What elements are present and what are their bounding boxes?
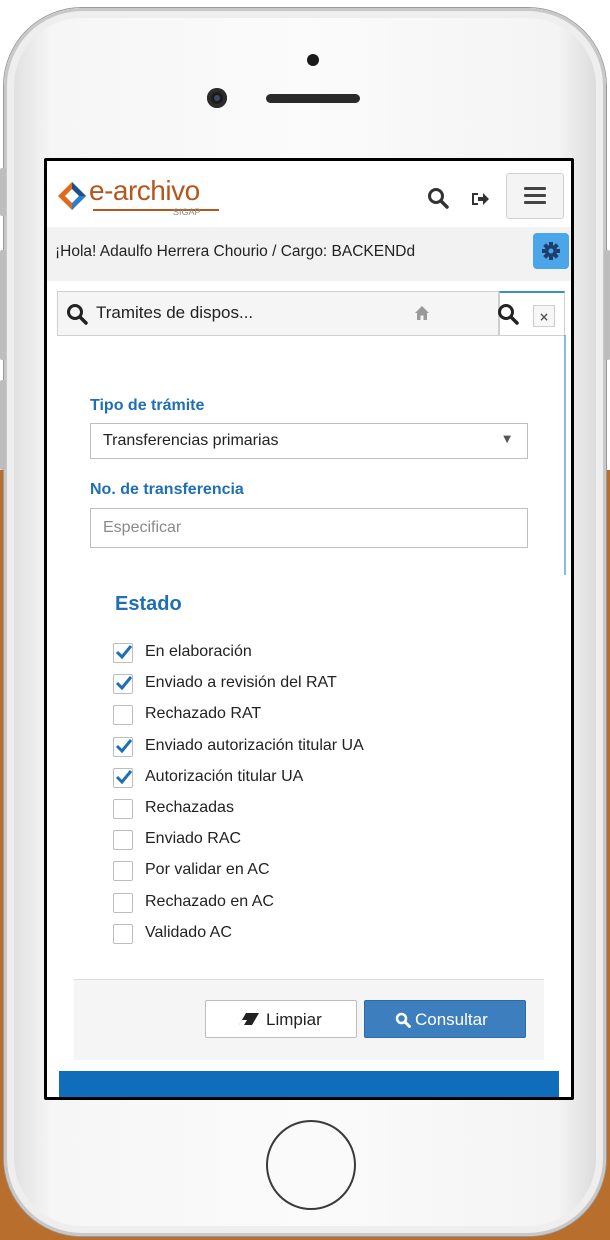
checkbox-checked[interactable] bbox=[113, 736, 133, 757]
estado-heading: Estado bbox=[115, 593, 182, 615]
search-icon[interactable] bbox=[497, 303, 519, 325]
checkmark-icon bbox=[115, 738, 133, 753]
checkbox-unchecked[interactable] bbox=[113, 705, 133, 726]
earpiece-speaker bbox=[266, 94, 360, 103]
close-icon[interactable]: × bbox=[533, 305, 555, 327]
greeting-bar: ¡Hola! Adaulfo Herrera Chourio / Cargo: … bbox=[47, 227, 571, 281]
tab-bar: Tramites de dispos... × bbox=[57, 291, 565, 335]
chevron-down-icon: ▼ bbox=[503, 434, 511, 445]
tipo-tramite-select[interactable]: Transferencias primarias ▼ bbox=[90, 423, 528, 459]
checkbox-unchecked[interactable] bbox=[113, 799, 133, 819]
tab-tramites[interactable]: Tramites de dispos... bbox=[57, 291, 499, 335]
app-viewport: e-archivo SIGAP ¡Hola! Adaulfo Herrera C… bbox=[47, 161, 571, 1097]
search-icon bbox=[67, 304, 88, 325]
tab-divider bbox=[57, 335, 565, 336]
eraser-icon bbox=[239, 1013, 259, 1025]
volume-up-button bbox=[0, 250, 6, 360]
transferencia-placeholder: Especificar bbox=[103, 519, 182, 536]
checkmark-icon bbox=[115, 645, 133, 660]
checkbox-checked[interactable] bbox=[113, 674, 133, 695]
estado-checkbox-label: Validado AC bbox=[145, 923, 232, 941]
clear-button-label: Limpiar bbox=[266, 1010, 322, 1029]
settings-button[interactable] bbox=[533, 233, 569, 269]
app-header: e-archivo SIGAP bbox=[47, 161, 571, 227]
search-icon[interactable] bbox=[427, 187, 449, 209]
checkbox-unchecked[interactable] bbox=[113, 892, 133, 913]
panel-edge bbox=[564, 335, 566, 575]
gear-icon bbox=[542, 242, 560, 260]
consultar-button[interactable]: Consultar bbox=[364, 1000, 526, 1038]
volume-down-button bbox=[0, 380, 6, 470]
estado-checkbox-label: Enviado RAC bbox=[145, 830, 242, 848]
estado-checkbox-label: Rechazadas bbox=[145, 799, 234, 816]
estado-checkbox-label: Por validar en AC bbox=[145, 861, 270, 879]
clear-button[interactable]: Limpiar bbox=[205, 1000, 357, 1038]
checkbox-unchecked[interactable] bbox=[113, 923, 133, 944]
phone-screen: e-archivo SIGAP ¡Hola! Adaulfo Herrera C… bbox=[44, 158, 574, 1100]
logo-diamond-icon bbox=[58, 182, 86, 210]
checkbox-unchecked[interactable] bbox=[113, 861, 133, 882]
home-icon[interactable] bbox=[414, 305, 430, 321]
tab-title: Tramites de dispos... bbox=[96, 303, 254, 322]
checkbox-checked[interactable] bbox=[113, 643, 133, 663]
transferencia-label: No. de transferencia bbox=[90, 481, 244, 498]
logout-icon[interactable] bbox=[470, 189, 490, 209]
estado-checkbox-label: Autorización titular UA bbox=[145, 767, 304, 785]
logo-text[interactable]: e-archivo bbox=[89, 175, 200, 207]
transferencia-input[interactable]: Especificar bbox=[90, 508, 528, 548]
search-icon bbox=[395, 1012, 411, 1028]
checkbox-checked[interactable] bbox=[113, 767, 133, 788]
estado-checkbox-label: Rechazado en AC bbox=[145, 892, 274, 910]
tipo-tramite-label: Tipo de trámite bbox=[90, 397, 205, 414]
consultar-button-label: Consultar bbox=[415, 1010, 488, 1029]
sensor-dot bbox=[307, 54, 319, 66]
hamburger-menu-icon bbox=[524, 187, 546, 190]
hamburger-line bbox=[524, 194, 546, 197]
estado-checkbox-label: En elaboración bbox=[145, 643, 252, 660]
checkbox-unchecked[interactable] bbox=[113, 830, 133, 851]
home-button[interactable] bbox=[266, 1120, 356, 1210]
estado-checkbox-label: Enviado a revisión del RAT bbox=[145, 674, 337, 692]
hamburger-menu-button[interactable] bbox=[506, 173, 564, 219]
power-button bbox=[604, 250, 610, 360]
bottom-bar bbox=[59, 1071, 559, 1097]
checkmark-icon bbox=[115, 769, 133, 785]
mute-switch bbox=[0, 168, 6, 216]
greeting-text: ¡Hola! Adaulfo Herrera Chourio / Cargo: … bbox=[55, 243, 416, 260]
logo-subtitle: SIGAP bbox=[173, 207, 201, 217]
front-camera bbox=[207, 88, 227, 108]
tipo-tramite-value: Transferencias primarias bbox=[103, 432, 279, 449]
hamburger-line bbox=[524, 201, 546, 204]
estado-checkbox-label: Enviado autorización titular UA bbox=[145, 736, 364, 754]
estado-checkbox-label: Rechazado RAT bbox=[145, 705, 262, 723]
checkmark-icon bbox=[115, 676, 133, 691]
